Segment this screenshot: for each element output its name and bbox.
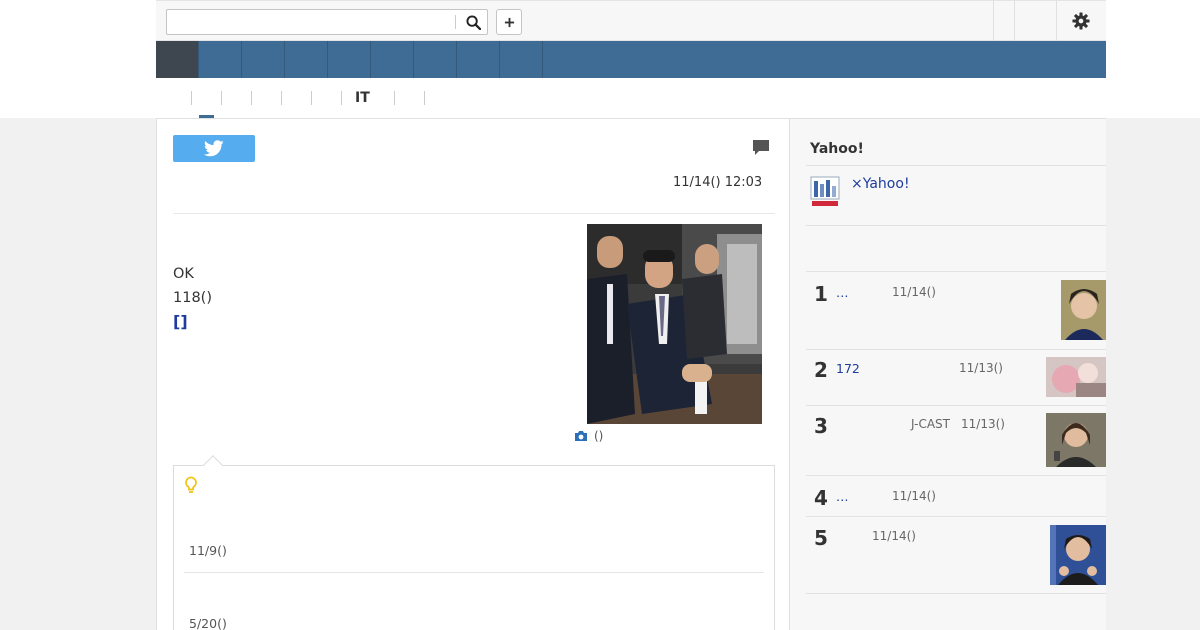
add-button[interactable] <box>496 9 522 35</box>
rank-thumbnail <box>1061 280 1106 340</box>
search-button[interactable] <box>459 10 487 34</box>
rank-thumbnail-image <box>1046 357 1106 397</box>
lightbulb-icon <box>185 476 197 493</box>
gear-icon <box>1072 12 1090 30</box>
rank-thumbnail-image <box>1050 525 1106 585</box>
sidebar-title: Yahoo! <box>810 141 864 157</box>
header-divider <box>993 1 994 41</box>
divider <box>184 572 764 573</box>
nav-tab[interactable] <box>457 41 500 78</box>
rank-number: 1 <box>814 282 828 306</box>
header-divider <box>1014 1 1015 41</box>
article-main: 11/14() 12:03 OK 118() [] () 11/9() 5/20… <box>156 118 790 630</box>
subnav-item[interactable] <box>222 78 251 118</box>
subnav-item-it[interactable]: IT <box>342 78 394 118</box>
search-input[interactable] <box>167 10 455 34</box>
sidebar: Yahoo! ×Yahoo! 1 … 11/14() 2 172 11/13() <box>790 118 1106 630</box>
search-box <box>166 9 488 35</box>
comment-button[interactable] <box>752 139 770 160</box>
comment-icon <box>753 140 769 155</box>
search-icon <box>465 14 481 30</box>
header-divider <box>1056 1 1057 41</box>
rank-date: 11/14() <box>892 489 936 503</box>
rank-date: 11/13() <box>961 417 1005 431</box>
rank-thumbnail <box>1046 413 1106 467</box>
settings-button[interactable] <box>1058 8 1104 34</box>
related-articles: 11/9() 5/20() <box>173 455 775 630</box>
nav-tab[interactable] <box>414 41 457 78</box>
nav-tab[interactable] <box>242 41 285 78</box>
ranking-item[interactable]: 1 … 11/14() <box>806 272 1106 349</box>
sub-nav: IT <box>156 78 1106 119</box>
rank-title: … <box>836 489 849 504</box>
nav-tab-active[interactable] <box>156 41 199 78</box>
rank-number: 5 <box>814 526 828 550</box>
header-toolbar <box>156 0 1106 41</box>
related-date: 11/9() <box>189 543 227 558</box>
ranking-item[interactable]: 3 J-CAST 11/13() <box>806 406 1106 475</box>
publish-date: 11/14() 12:03 <box>673 175 763 190</box>
nav-tab[interactable] <box>285 41 328 78</box>
promo-thumbnail[interactable] <box>810 175 840 209</box>
divider <box>806 165 1106 166</box>
subnav-item[interactable] <box>395 78 424 118</box>
related-notch <box>203 455 223 475</box>
rank-thumbnail-image <box>1046 413 1106 467</box>
lightbulb-badge <box>184 476 198 498</box>
rank-date: 11/14() <box>872 529 916 543</box>
read-more-link[interactable]: [] <box>173 310 212 334</box>
nav-tab[interactable] <box>199 41 242 78</box>
nav-tab[interactable] <box>328 41 371 78</box>
ranking-item[interactable]: 4 … 11/14() <box>806 476 1106 516</box>
rank-title: 172 <box>836 361 860 376</box>
photo-caption[interactable]: () <box>574 429 603 443</box>
divider <box>173 213 775 214</box>
promo-link[interactable]: ×Yahoo! <box>851 176 910 192</box>
ranking-item[interactable]: 2 172 11/13() <box>806 350 1106 405</box>
ranking-item[interactable]: 5 11/14() <box>806 517 1106 593</box>
rank-thumbnail-image <box>1061 280 1106 340</box>
divider <box>806 593 1106 594</box>
nav-tab[interactable] <box>500 41 543 78</box>
rank-title: … <box>836 285 849 300</box>
subnav-label-it: IT <box>355 90 370 106</box>
yahoo-promo-logo <box>810 176 840 206</box>
subnav-item-active[interactable] <box>192 78 221 118</box>
twitter-share-button[interactable] <box>173 135 255 162</box>
rank-number: 3 <box>814 414 828 438</box>
rank-source: J-CAST <box>911 417 950 431</box>
category-nav <box>156 41 1106 78</box>
rank-date: 11/14() <box>892 285 936 299</box>
rank-date: 11/13() <box>959 361 1003 375</box>
rank-number: 4 <box>814 486 828 510</box>
search-divider <box>455 15 456 29</box>
article-photo-image <box>587 224 762 424</box>
rank-thumbnail <box>1046 357 1106 397</box>
camera-icon <box>575 431 587 441</box>
subnav-item[interactable] <box>252 78 281 118</box>
related-date: 5/20() <box>189 616 227 630</box>
rank-thumbnail <box>1050 525 1106 585</box>
photo-caption-text: () <box>594 429 604 443</box>
plus-icon <box>504 17 514 27</box>
article-line: OK <box>173 266 194 282</box>
subnav-item[interactable] <box>312 78 341 118</box>
subnav-divider <box>424 91 425 105</box>
article-body: OK 118() [] <box>173 262 212 334</box>
nav-tab[interactable] <box>371 41 414 78</box>
rank-number: 2 <box>814 358 828 382</box>
divider <box>806 225 1106 226</box>
twitter-bird-icon <box>204 140 224 157</box>
subnav-item[interactable] <box>282 78 311 118</box>
article-photo[interactable] <box>587 224 762 424</box>
article-line: 118() <box>173 290 212 306</box>
